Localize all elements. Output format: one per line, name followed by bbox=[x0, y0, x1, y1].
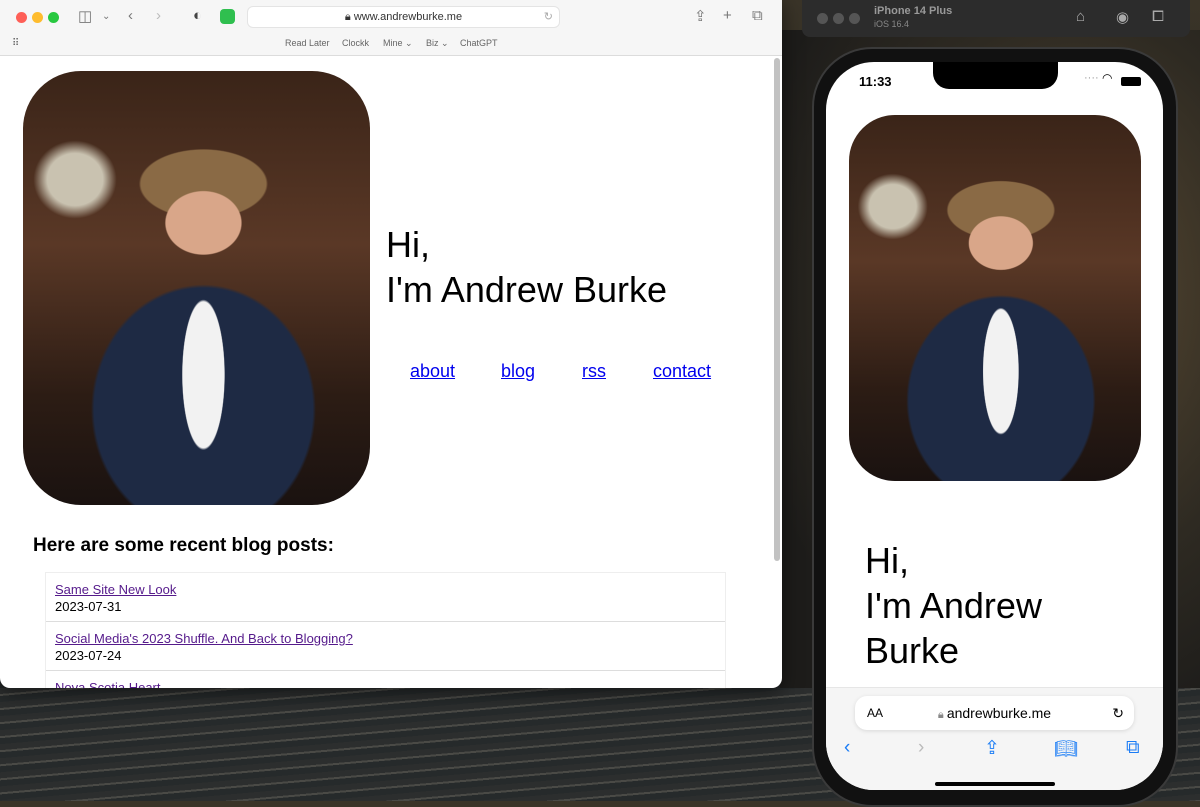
nav-about[interactable]: about bbox=[410, 361, 455, 382]
back-icon[interactable]: ‹ bbox=[844, 737, 850, 759]
name: Burke bbox=[865, 630, 960, 671]
nav-contact[interactable]: contact bbox=[653, 361, 711, 382]
screenshot-icon[interactable]: ◉ bbox=[1116, 8, 1129, 26]
forward-icon[interactable]: › bbox=[156, 7, 161, 24]
tabs-overview-icon[interactable]: ⧉ bbox=[752, 7, 763, 24]
share-icon[interactable]: ⇪ bbox=[694, 7, 707, 25]
lock-icon: 🔒︎ bbox=[937, 709, 947, 721]
forward-icon[interactable]: › bbox=[918, 737, 924, 759]
post-date: 2023-07-31 bbox=[55, 599, 122, 614]
text-size-button[interactable]: AA bbox=[867, 696, 883, 730]
lock-icon: 🔒︎ bbox=[344, 11, 354, 23]
post-link[interactable]: Same Site New Look bbox=[55, 581, 716, 598]
posts-list: Same Site New Look 2023-07-31 Social Medi… bbox=[45, 572, 726, 688]
close-button[interactable] bbox=[16, 12, 27, 23]
address-bar[interactable]: 🔒︎ www.andrewburke.me ↻ bbox=[247, 6, 560, 28]
safari-window: ◫ ⌄ ‹ › ◐ 🔒︎ www.andrewburke.me ↻ ⇪ + ⧉ ⠿… bbox=[0, 0, 782, 688]
posts-heading: Here are some recent blog posts: bbox=[33, 535, 334, 556]
status-time: 11:33 bbox=[859, 74, 892, 89]
url-text: andrewburke.me bbox=[946, 705, 1052, 721]
list-item: Social Media's 2023 Shuffle. And Back to… bbox=[46, 622, 725, 671]
signal-icon: ···· bbox=[1084, 72, 1099, 84]
tabs-icon[interactable]: ⧉ bbox=[1126, 737, 1140, 759]
reload-icon[interactable]: ↻ bbox=[1112, 696, 1124, 730]
list-item: Nova Scotia Heart bbox=[46, 671, 725, 688]
favorite-item[interactable]: Read Later bbox=[285, 38, 330, 48]
simulator-titlebar: iPhone 14 Plus iOS 16.4 ⌂ ◉ ⧠ bbox=[802, 0, 1190, 37]
scrollbar[interactable] bbox=[774, 58, 780, 561]
nav-rss[interactable]: rss bbox=[582, 361, 606, 382]
share-icon[interactable]: ⇪ bbox=[984, 737, 1000, 760]
name: I'm Andrew bbox=[865, 585, 1042, 626]
page-title: Hi, I'm Andrew Burke bbox=[386, 222, 667, 312]
rotate-icon[interactable]: ⧠ bbox=[1152, 8, 1164, 25]
sidebar-icon[interactable]: ◫ bbox=[78, 7, 92, 25]
address-bar[interactable]: AA 🔒︎ andrewburke.me ↻ bbox=[855, 696, 1134, 730]
home-indicator[interactable] bbox=[935, 782, 1055, 786]
os-version: iOS 16.4 bbox=[874, 19, 910, 29]
new-tab-icon[interactable]: + bbox=[723, 7, 732, 24]
list-item: Same Site New Look 2023-07-31 bbox=[46, 573, 725, 622]
reload-icon[interactable]: ↻ bbox=[544, 7, 553, 27]
battery-icon bbox=[1121, 77, 1141, 86]
nav-blog[interactable]: blog bbox=[501, 361, 535, 382]
device-name: iPhone 14 Plus bbox=[874, 5, 953, 17]
favorite-item[interactable]: Mine ⌄ bbox=[383, 38, 413, 49]
greeting: Hi, bbox=[865, 540, 909, 581]
url-text: www.andrewburke.me bbox=[353, 11, 463, 23]
favorite-item[interactable]: Biz ⌄ bbox=[426, 38, 449, 49]
page-title: Hi, I'm Andrew Burke bbox=[865, 538, 1042, 673]
favorite-item[interactable]: Clockk bbox=[342, 38, 369, 48]
profile-photo bbox=[849, 115, 1141, 481]
minimize-button[interactable] bbox=[833, 13, 844, 24]
favorite-item[interactable]: ChatGPT bbox=[460, 38, 498, 48]
bookmarks-icon[interactable]: 📖︎ bbox=[1054, 737, 1078, 761]
zoom-button[interactable] bbox=[849, 13, 860, 24]
shield-icon[interactable]: ◐ bbox=[193, 7, 202, 24]
post-link[interactable]: Social Media's 2023 Shuffle. And Back to… bbox=[55, 630, 716, 647]
profile-photo bbox=[23, 71, 370, 505]
close-button[interactable] bbox=[817, 13, 828, 24]
grid-icon[interactable]: ⠿ bbox=[12, 38, 19, 49]
safari-toolbar: ◫ ⌄ ‹ › ◐ 🔒︎ www.andrewburke.me ↻ ⇪ + ⧉ ⠿… bbox=[0, 0, 782, 56]
safari-bottom-bar: AA 🔒︎ andrewburke.me ↻ ‹ › ⇪ 📖︎ ⧉ bbox=[826, 687, 1163, 790]
post-date: 2023-07-24 bbox=[55, 648, 122, 663]
wifi-icon: ◠ bbox=[1102, 71, 1113, 85]
zoom-button[interactable] bbox=[48, 12, 59, 23]
home-icon[interactable]: ⌂ bbox=[1076, 8, 1085, 25]
name: I'm Andrew Burke bbox=[386, 269, 667, 310]
greeting: Hi, bbox=[386, 224, 430, 265]
iphone-screen: 11:33 ···· ◠ Hi, I'm Andrew Burke AA 🔒︎ and… bbox=[826, 62, 1163, 790]
post-link[interactable]: Nova Scotia Heart bbox=[55, 679, 716, 688]
chevron-down-icon[interactable]: ⌄ bbox=[102, 11, 110, 22]
notch bbox=[933, 62, 1058, 89]
back-icon[interactable]: ‹ bbox=[128, 7, 133, 24]
minimize-button[interactable] bbox=[32, 12, 43, 23]
extension-icon[interactable] bbox=[220, 9, 235, 24]
